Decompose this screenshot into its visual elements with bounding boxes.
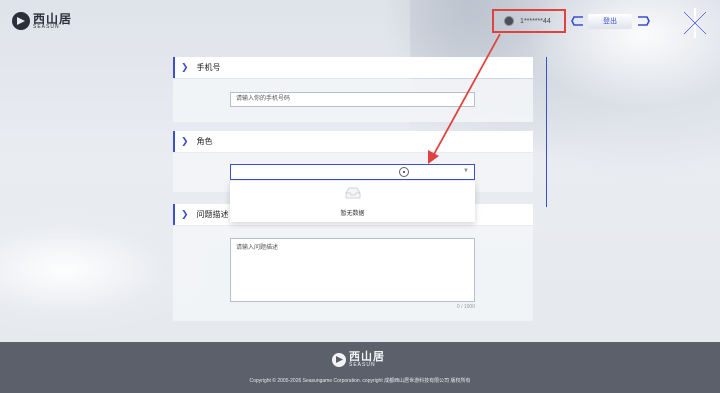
left-bracket-icon [571, 16, 585, 26]
cursor-icon [399, 167, 409, 177]
section-body-phone: 请输入你的手机号码 [173, 79, 533, 122]
section-title-phone: 手机号 [196, 63, 221, 72]
footer-logo-en: SEASUN [349, 362, 376, 368]
empty-inbox-icon [345, 187, 361, 199]
snowflake-icon [683, 8, 707, 38]
section-title-role: 角色 [196, 137, 213, 146]
footer: 西山居 SEASUN Copyright © 2005-2026 Seasung… [0, 342, 720, 393]
description-textarea[interactable]: 请输入问题描述 [230, 238, 475, 302]
footer-logo-text: 西山居 SEASUN [349, 352, 385, 368]
chevron-right-icon: ❯ [181, 136, 189, 146]
user-name: 1*******44 [520, 17, 551, 25]
role-dropdown[interactable]: 暂无数据 [230, 181, 475, 222]
logout-button[interactable]: 登出 [588, 14, 632, 29]
character-counter: 0 / 1000 [456, 304, 475, 310]
footer-logo-icon [332, 353, 346, 367]
header: 西山居 SEASUN 1*******44 登出 [0, 0, 720, 44]
chevron-right-icon: ❯ [181, 209, 189, 219]
section-body-description: 请输入问题描述 0 / 1000 [173, 226, 533, 321]
avatar-icon [504, 16, 514, 26]
brand-logo-en: SEASUN [33, 23, 60, 30]
section-header-phone: ❯ 手机号 [173, 57, 533, 78]
copyright-text: Copyright © 2005-2026 Seasungame Corpora… [249, 378, 471, 384]
section-header-role: ❯ 角色 [173, 131, 533, 152]
form-panel: ❯ 手机号 请输入你的手机号码 ❯ 角色 ▼ ❯ 问题描述 请输入问题描述 0 … [173, 57, 533, 321]
divider-line [546, 57, 547, 207]
brand-logo-icon [12, 12, 30, 30]
role-select[interactable]: ▼ [230, 164, 475, 180]
chevron-down-icon: ▼ [463, 168, 469, 174]
phone-input[interactable]: 请输入你的手机号码 [230, 92, 475, 107]
brand-logo-text: 西山居 SEASUN [33, 13, 72, 30]
right-bracket-icon [636, 16, 650, 26]
empty-state-text: 暂无数据 [340, 211, 365, 217]
section-title-description: 问题描述 [196, 210, 229, 219]
brand-logo-cn: 西山居 [33, 11, 73, 26]
chevron-right-icon: ❯ [181, 62, 189, 72]
footer-logo: 西山居 SEASUN [332, 352, 385, 368]
user-account[interactable]: 1*******44 [492, 9, 566, 33]
brand-logo[interactable]: 西山居 SEASUN [12, 12, 72, 30]
